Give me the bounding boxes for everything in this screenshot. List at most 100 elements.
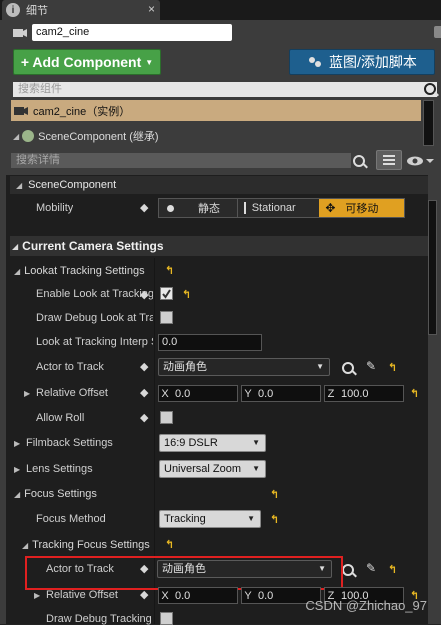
reset-to-default-icon[interactable]: ↰ (182, 288, 191, 301)
lens-dropdown[interactable]: Universal Zoom ▼ (159, 460, 266, 478)
visibility-eye-icon[interactable] (406, 155, 436, 167)
panel-lock-icon[interactable] (434, 26, 441, 38)
property-matrix-button[interactable] (376, 150, 402, 170)
property-options-icon[interactable]: ◆ (140, 288, 148, 301)
group-focus-settings[interactable]: ◢ Focus Settings (10, 485, 428, 503)
scene-component-icon (22, 130, 35, 142)
eyedropper-icon[interactable]: ✎ (366, 359, 376, 373)
focus-draw-debug-label: Draw Debug Tracking (46, 613, 152, 625)
mobility-movable-option[interactable]: ✥ 可移动 (319, 199, 405, 217)
static-icon (167, 204, 174, 212)
section-title: Current Camera Settings (22, 239, 164, 253)
expand-icon[interactable]: ▶ (34, 591, 40, 600)
lookat-actor-dropdown[interactable]: 动画角色 ▼ (158, 358, 330, 376)
blueprint-script-button[interactable]: 蓝图/添加脚本 (289, 49, 435, 75)
tab-details[interactable]: i 细节 × (2, 0, 160, 20)
close-tab-icon[interactable]: × (148, 2, 155, 16)
chevron-down-icon: ▼ (247, 514, 255, 523)
property-options-icon[interactable]: ◆ (140, 201, 148, 214)
chevron-down-icon: ▼ (145, 57, 154, 67)
chevron-down-icon: ▼ (316, 362, 324, 371)
dropdown-value: 16:9 DSLR (164, 437, 218, 449)
search-icon[interactable] (353, 155, 365, 167)
search-details-input[interactable]: 搜索详情 (11, 153, 351, 168)
axis-label: X (161, 387, 169, 400)
stationary-icon (243, 202, 246, 214)
search-icon (424, 83, 436, 95)
lookat-offset-z[interactable]: Z 100.0 (324, 385, 404, 402)
focus-offset-x[interactable]: X 0.0 (158, 587, 238, 604)
details-scrollbar[interactable] (428, 200, 437, 335)
collapse-icon[interactable]: ◢ (14, 490, 20, 499)
reset-to-default-icon[interactable]: ↰ (410, 387, 419, 400)
collapse-icon[interactable]: ◢ (12, 242, 18, 251)
axis-label: Z (327, 387, 335, 400)
offset-value: 0.0 (175, 387, 191, 400)
collapse-icon[interactable]: ◢ (22, 541, 28, 550)
lookat-offset-x[interactable]: X 0.0 (158, 385, 238, 402)
add-component-label: + Add Component (20, 54, 142, 70)
axis-label: Y (244, 387, 252, 400)
mobility-option-label: 可移动 (345, 203, 379, 215)
property-options-icon[interactable]: ◆ (140, 588, 148, 601)
tree-item-cam2-cine[interactable]: cam2_cine（实例） (11, 100, 421, 121)
move-icon: ✥ (325, 201, 336, 215)
expand-icon[interactable]: ▶ (24, 389, 30, 398)
reset-to-default-icon[interactable]: ↰ (388, 361, 397, 374)
section-current-camera-settings[interactable]: ◢ Current Camera Settings (10, 236, 428, 256)
mobility-label: Mobility (36, 202, 74, 214)
section-title: SceneComponent (28, 179, 117, 191)
property-options-icon[interactable]: ◆ (140, 411, 148, 424)
mobility-option-label: Stationar (251, 202, 296, 214)
collapse-icon[interactable]: ◢ (14, 267, 20, 276)
tree-item-label: cam2_cine（实例） (33, 105, 131, 118)
lookat-interp-speed-input[interactable]: 0.0 (158, 334, 262, 351)
draw-debug-lookat-checkbox[interactable] (160, 311, 173, 324)
group-title: Focus Settings (24, 488, 97, 500)
tree-scrollbar[interactable] (423, 100, 434, 146)
focus-method-label: Focus Method (36, 513, 106, 525)
allow-roll-checkbox[interactable] (160, 411, 173, 424)
axis-label: X (161, 589, 169, 602)
group-lookat-tracking[interactable]: ◢ Lookat Tracking Settings (10, 262, 428, 280)
reset-to-default-icon[interactable]: ↰ (165, 264, 174, 277)
blueprint-script-label: 蓝图/添加脚本 (329, 54, 417, 70)
property-options-icon[interactable]: ◆ (140, 360, 148, 373)
eyedropper-icon[interactable]: ✎ (366, 561, 376, 575)
enable-lookat-checkbox[interactable] (160, 287, 173, 300)
reset-to-default-icon[interactable]: ↰ (388, 563, 397, 576)
section-scenecomponent[interactable]: ◢ SceneComponent (10, 176, 428, 194)
reset-to-default-icon[interactable]: ↰ (165, 538, 174, 551)
add-component-button[interactable]: + Add Component ▼ (13, 49, 161, 75)
collapse-icon[interactable]: ◢ (16, 181, 22, 190)
focus-method-dropdown[interactable]: Tracking ▼ (159, 510, 261, 528)
group-title: Lookat Tracking Settings (24, 265, 145, 277)
draw-debug-lookat-label: Draw Debug Look at Tracking (36, 312, 153, 324)
search-components-input[interactable]: 搜索组件 (13, 82, 423, 97)
browse-search-icon[interactable] (342, 362, 354, 374)
reset-to-default-icon[interactable]: ↰ (270, 488, 279, 501)
lookat-interp-speed-label: Look at Tracking Interp Speed (36, 336, 153, 348)
mobility-option-label: 静态 (198, 203, 220, 215)
camera-icon (13, 29, 27, 37)
dropdown-value: Tracking (164, 513, 206, 525)
offset-value: 0.0 (258, 387, 274, 400)
tree-item-label: SceneComponent (继承) (38, 131, 159, 143)
search-components-button[interactable] (423, 82, 437, 97)
tab-bar: i 细节 × (0, 0, 441, 20)
reset-to-default-icon[interactable]: ↰ (270, 513, 279, 526)
expand-icon[interactable]: ▶ (14, 439, 20, 448)
browse-search-icon[interactable] (342, 564, 354, 576)
expand-icon[interactable]: ▶ (14, 465, 20, 474)
tree-item-scenecomponent[interactable]: ◢ SceneComponent (继承) (11, 127, 421, 145)
mobility-static-option[interactable]: 静态 (159, 199, 237, 217)
group-tracking-focus[interactable]: ◢ Tracking Focus Settings (20, 536, 428, 554)
expand-icon[interactable]: ◢ (13, 132, 19, 141)
component-name-field[interactable]: cam2_cine (32, 24, 232, 41)
lookat-offset-y[interactable]: Y 0.0 (241, 385, 321, 402)
property-options-icon[interactable]: ◆ (140, 386, 148, 399)
enable-lookat-label: Enable Look at Tracking (36, 288, 153, 300)
mobility-stationary-option[interactable]: Stationar (236, 199, 320, 217)
filmback-dropdown[interactable]: 16:9 DSLR ▼ (159, 434, 266, 452)
focus-draw-debug-checkbox[interactable] (160, 612, 173, 625)
